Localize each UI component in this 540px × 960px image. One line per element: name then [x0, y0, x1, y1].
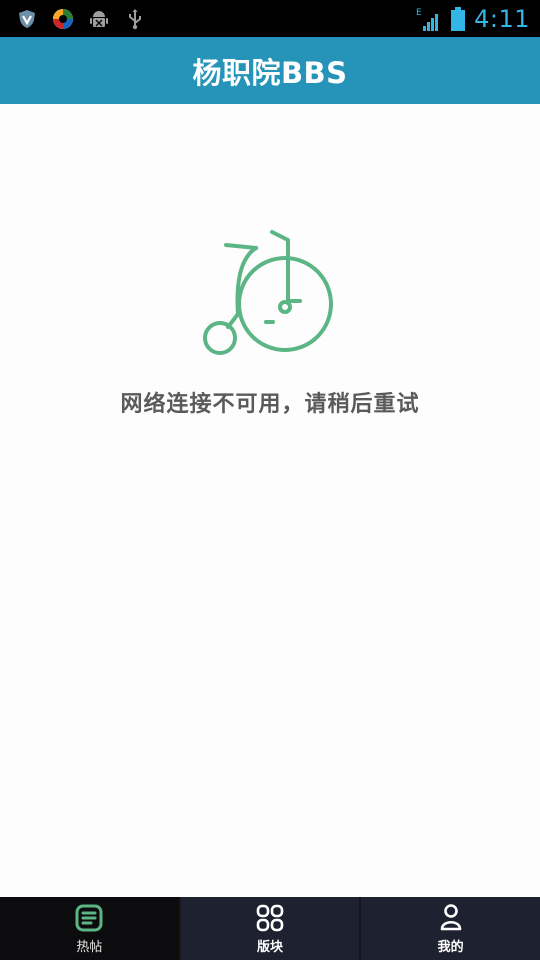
usb-icon [129, 8, 141, 29]
main-content: 网络连接不可用，请稍后重试 [0, 104, 540, 897]
tab-hot-posts[interactable]: 热帖 [0, 897, 181, 960]
network-type: E [416, 8, 422, 18]
hot-posts-icon [75, 904, 103, 931]
boards-grid-icon [256, 904, 284, 931]
tab-boards[interactable]: 版块 [180, 897, 362, 960]
network-error-message: 网络连接不可用，请稍后重试 [120, 392, 420, 417]
photo-app-icon [53, 8, 73, 29]
android-debug-icon [90, 10, 108, 27]
app-header: 杨职院BBS [0, 37, 540, 104]
battery-icon [451, 6, 466, 31]
signal-icon: E [416, 8, 439, 31]
tab-label: 我的 [437, 939, 464, 955]
page-title: 杨职院BBS [192, 55, 348, 90]
status-system: E 4:11 [416, 5, 530, 33]
tab-profile[interactable]: 我的 [361, 897, 540, 960]
shield-icon [19, 9, 35, 28]
status-bar: E 4:11 [0, 0, 540, 37]
app-screen: E 4:11 杨职院BBS 网络连接不可用，请稍后重试 热帖 版块 我的 [0, 0, 540, 960]
status-time: 4:11 [474, 4, 530, 33]
status-notifications [16, 8, 146, 30]
profile-icon [440, 903, 461, 930]
bicycle-icon [203, 230, 333, 355]
tab-label: 版块 [257, 939, 284, 955]
tab-label: 热帖 [76, 939, 103, 955]
bottom-nav: 热帖 版块 我的 [0, 897, 540, 960]
